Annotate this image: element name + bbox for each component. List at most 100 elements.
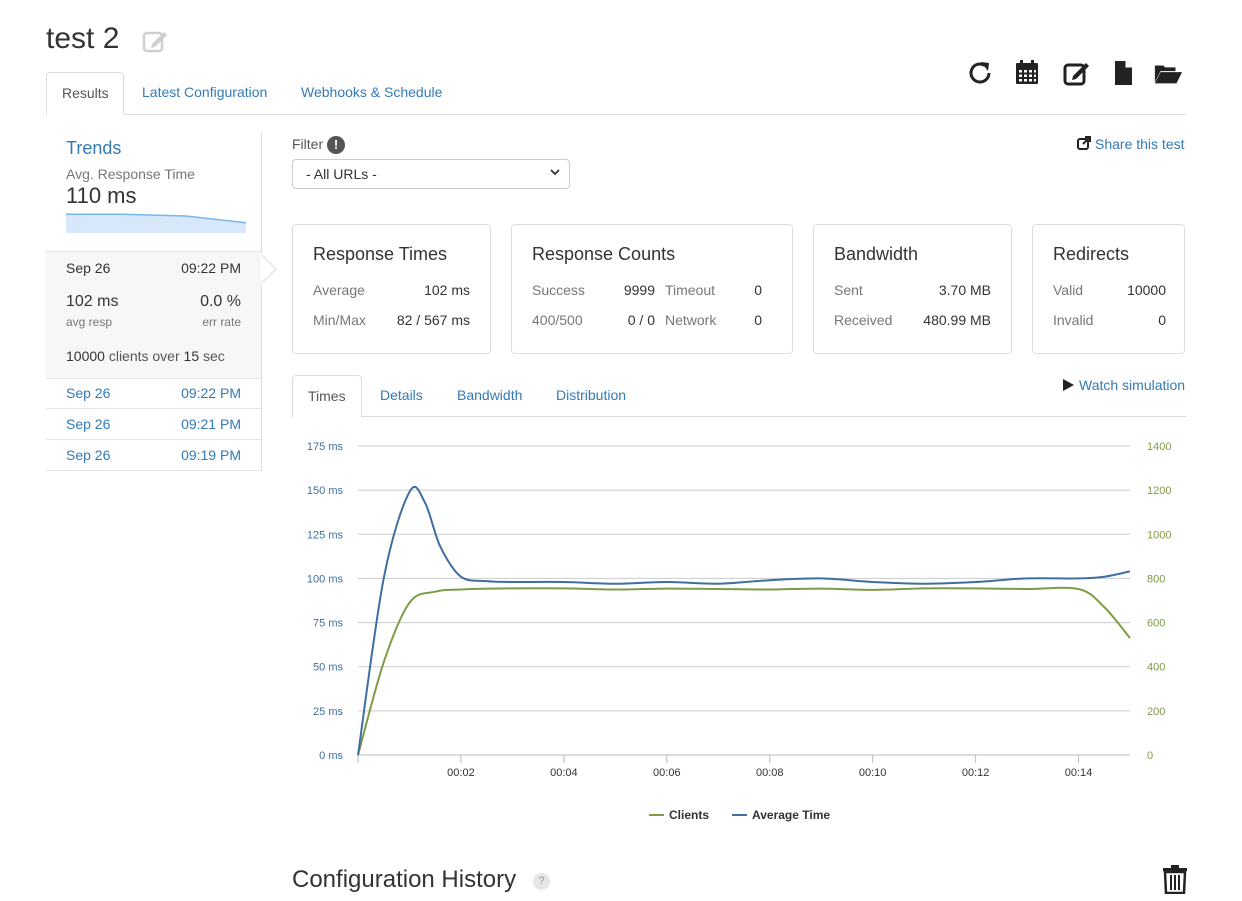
duration-unit: sec [203, 348, 225, 364]
response-times-box: Response Times Average 102 ms Min/Max 82… [292, 224, 491, 354]
page-title: test 2 [46, 22, 120, 55]
network-label: Network [665, 312, 717, 328]
y-left-tick-label: 25 ms [313, 706, 343, 718]
edit-title-icon[interactable] [142, 28, 168, 54]
trash-icon[interactable] [1162, 864, 1188, 894]
average-label: Average [313, 282, 365, 298]
x-tick-label: 00:10 [859, 767, 887, 779]
http-errors-value: 0 / 0 [627, 312, 655, 328]
run-time: 09:21 PM [181, 416, 241, 432]
trends-avg-value: 110 ms [66, 183, 137, 208]
response-counts-title: Response Counts [532, 244, 676, 264]
tab-times[interactable]: Times [292, 375, 362, 418]
selected-run-avg-resp: 102 ms [66, 293, 119, 310]
avg-resp-label: avg resp [66, 315, 113, 329]
timeout-value: 0 [754, 282, 762, 298]
y-right-tick-label: 400 [1147, 662, 1165, 674]
tab-webhooks-schedule[interactable]: Webhooks & Schedule [286, 72, 457, 113]
response-counts-box: Response Counts Success 9999 Timeout 0 4… [511, 224, 793, 354]
selected-run-arrow [261, 253, 277, 285]
tab-details[interactable]: Details [365, 375, 438, 416]
legend-label: Average Time [752, 808, 830, 822]
y-right-tick-label: 200 [1147, 706, 1165, 718]
x-tick-label: 00:08 [756, 767, 784, 779]
clients-count: 10000 [66, 348, 105, 364]
legend-label: Clients [669, 808, 709, 822]
run-item[interactable]: Sep 26 09:22 PM [46, 378, 261, 409]
x-tick-label: 00:14 [1065, 767, 1093, 779]
y-left-tick-label: 100 ms [307, 573, 344, 585]
run-time: 09:22 PM [181, 385, 241, 401]
share-icon [1077, 136, 1091, 150]
received-value: 480.99 MB [923, 312, 991, 328]
watch-simulation-link[interactable]: Watch simulation [1063, 377, 1185, 393]
success-label: Success [532, 282, 585, 298]
minmax-value: 82 / 567 ms [396, 312, 470, 328]
filter-label: Filter [292, 136, 324, 152]
received-label: Received [834, 312, 893, 328]
valid-value: 10000 [1127, 282, 1166, 298]
chart-tabs: Times Details Bandwidth Distribution [292, 375, 1186, 418]
valid-label: Valid [1053, 282, 1084, 298]
tab-bandwidth[interactable]: Bandwidth [442, 375, 537, 416]
filter-info-icon[interactable]: ! [327, 136, 345, 154]
run-item[interactable]: Sep 26 09:21 PM [46, 409, 261, 440]
y-left-tick-label: 75 ms [313, 618, 343, 630]
play-icon [1063, 379, 1074, 391]
run-date: Sep 26 [66, 385, 111, 401]
redirects-box: Redirects Valid 10000 Invalid 0 [1032, 224, 1185, 354]
timeout-label: Timeout [665, 282, 716, 298]
tab-results[interactable]: Results [46, 72, 124, 115]
run-date: Sep 26 [66, 447, 111, 463]
trends-link[interactable]: Trends [66, 138, 121, 159]
url-filter-select[interactable]: - All URLs - [292, 159, 570, 189]
run-item[interactable]: Sep 26 09:19 PM [46, 440, 261, 471]
main-tabs: Results Latest Configuration Webhooks & … [46, 72, 1186, 115]
config-history-help-icon[interactable]: ? [533, 873, 550, 890]
series-line-clients [357, 586, 1131, 756]
response-time-chart: 0 ms 25 ms 50 ms 75 ms 100 ms 125 ms 150 ms 175… [307, 441, 1172, 822]
y-left-tick-label: 50 ms [313, 662, 343, 674]
network-value: 0 [754, 312, 762, 328]
http-errors-label: 400/500 [532, 312, 583, 328]
average-value: 102 ms [424, 282, 470, 298]
sent-label: Sent [834, 282, 863, 298]
selected-run-summary: 10000 clients over 15 sec [66, 348, 225, 364]
success-value: 9999 [623, 282, 655, 298]
selected-run-err-rate: 0.0 % [200, 293, 241, 310]
redirects-title: Redirects [1053, 244, 1130, 264]
run-date: Sep 26 [66, 416, 111, 432]
watch-simulation-label: Watch simulation [1079, 377, 1186, 393]
y-left-tick-label: 150 ms [307, 485, 344, 497]
share-test-link[interactable]: Share this test [1077, 136, 1185, 152]
y-right-tick-label: 0 [1147, 750, 1153, 762]
sent-value: 3.70 MB [938, 282, 991, 298]
y-left-tick-label: 175 ms [307, 441, 344, 453]
sidebar: Trends Avg. Response Time 110 ms Sep 26 … [46, 133, 277, 471]
tab-distribution[interactable]: Distribution [541, 375, 641, 416]
x-tick-label: 00:06 [653, 767, 681, 779]
y-right-tick-label: 1200 [1147, 485, 1171, 497]
invalid-value: 0 [1158, 312, 1166, 328]
tab-latest-configuration[interactable]: Latest Configuration [127, 72, 282, 113]
url-filter-value: - All URLs - [306, 166, 377, 182]
trend-sparkline [66, 213, 246, 233]
y-right-tick-label: 1400 [1147, 441, 1171, 453]
x-tick-label: 00:04 [550, 767, 578, 779]
selected-run[interactable]: Sep 26 09:22 PM 102 ms avg resp 0.0 % er… [46, 251, 261, 379]
invalid-label: Invalid [1053, 312, 1094, 328]
series-line-average-time [357, 485, 1131, 756]
bandwidth-title: Bandwidth [834, 244, 919, 264]
x-tick-label: 00:02 [447, 767, 475, 779]
chevron-down-icon [550, 169, 560, 176]
selected-run-date: Sep 26 [66, 260, 111, 276]
y-right-tick-label: 600 [1147, 618, 1165, 630]
y-left-tick-label: 125 ms [307, 529, 344, 541]
configuration-history-title: Configuration History [292, 866, 517, 893]
minmax-label: Min/Max [313, 312, 366, 328]
run-time: 09:19 PM [181, 447, 241, 463]
y-right-tick-label: 1000 [1147, 529, 1171, 541]
trends-avg-label: Avg. Response Time [66, 166, 195, 182]
y-right-tick-label: 800 [1147, 573, 1165, 585]
response-times-title: Response Times [313, 244, 448, 264]
